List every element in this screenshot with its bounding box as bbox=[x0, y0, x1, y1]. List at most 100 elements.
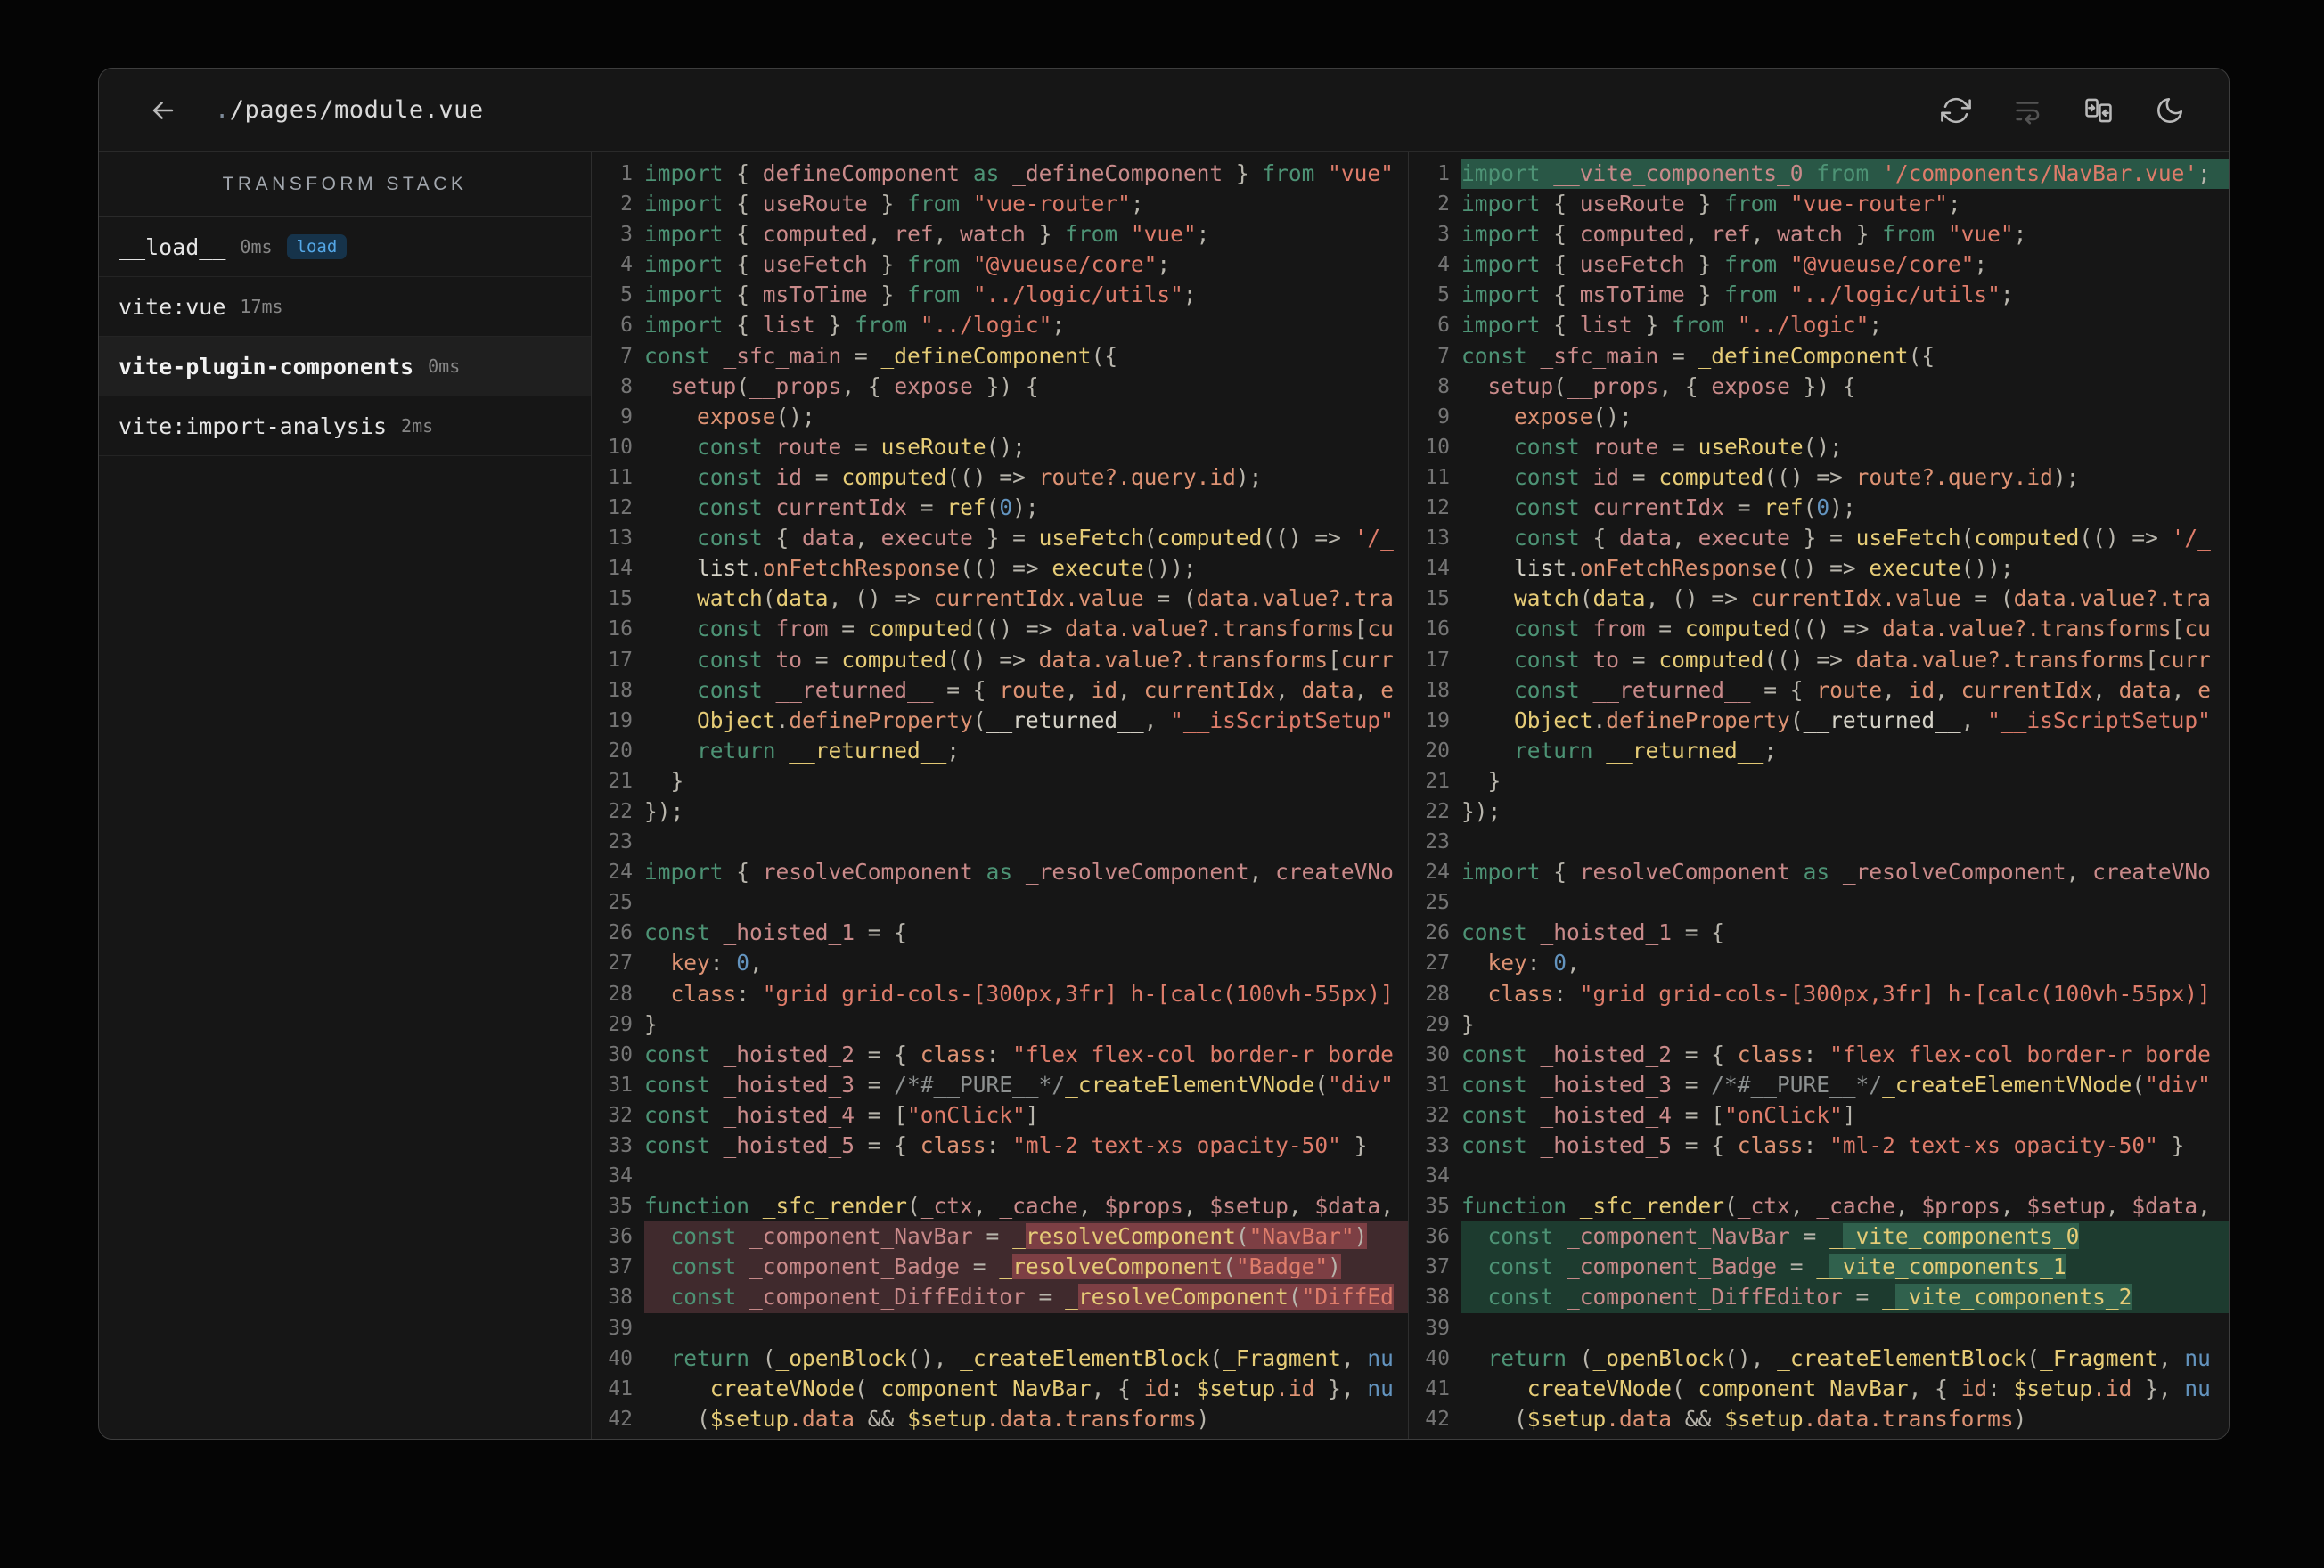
code-line[interactable]: 29} bbox=[592, 1009, 1408, 1040]
code-line[interactable]: 42 ($setup.data && $setup.data.transform… bbox=[1409, 1404, 2229, 1434]
code-line[interactable]: 3 import { computed, ref, watch } from "v… bbox=[1409, 219, 2229, 249]
code-pane-after[interactable]: 1 import __vite_components_0 from '/compo… bbox=[1409, 152, 2229, 1439]
code-line[interactable]: 26 const _hoisted_1 = { bbox=[592, 918, 1408, 948]
code-line[interactable]: 36 const _component_NavBar = __vite_comp… bbox=[1409, 1221, 2229, 1253]
code-line[interactable]: 22}); bbox=[1409, 796, 2229, 827]
code-line[interactable]: 12 const currentIdx = ref(0); bbox=[1409, 493, 2229, 523]
code-line[interactable]: 17 const to = computed(() => data.value?… bbox=[1409, 645, 2229, 675]
code-line[interactable]: 9 expose(); bbox=[1409, 402, 2229, 432]
code-line[interactable]: 14 list.onFetchResponse(() => execute())… bbox=[1409, 553, 2229, 584]
code-line[interactable]: 8 setup(__props, { expose }) { bbox=[592, 372, 1408, 402]
code-line[interactable]: 33 const _hoisted_5 = { class: "ml-2 text… bbox=[1409, 1131, 2229, 1161]
code-line[interactable]: 41 _createVNode(_component_NavBar, { id:… bbox=[1409, 1374, 2229, 1404]
code-line[interactable]: 23 bbox=[592, 827, 1408, 857]
code-line[interactable]: 40 return (_openBlock(), _createElementB… bbox=[592, 1343, 1408, 1374]
line-number: 1 bbox=[1437, 162, 1450, 185]
dark-mode-icon[interactable] bbox=[2152, 93, 2188, 128]
code-line[interactable]: 19 Object.defineProperty(__returned__, "… bbox=[592, 706, 1408, 736]
code-line[interactable]: 18 const __returned__ = { route, id, cur… bbox=[592, 675, 1408, 706]
code-line[interactable]: 27 key: 0, bbox=[592, 948, 1408, 978]
line-number: 25 bbox=[608, 891, 633, 915]
code-line[interactable]: 14 list.onFetchResponse(() => execute())… bbox=[592, 553, 1408, 584]
code-line[interactable]: 4 import { useFetch } from "@vueuse/core"… bbox=[1409, 249, 2229, 280]
code-line[interactable]: 5 import { msToTime } from "../logic/util… bbox=[592, 280, 1408, 310]
code-line[interactable]: 10 const route = useRoute(); bbox=[1409, 432, 2229, 462]
code-line[interactable]: 7 const _sfc_main = _defineComponent({ bbox=[1409, 341, 2229, 372]
plugin-item-vite-vue[interactable]: vite:vue 17ms bbox=[99, 277, 591, 337]
code-line[interactable]: 22}); bbox=[592, 796, 1408, 827]
code-line[interactable]: 4 import { useFetch } from "@vueuse/core"… bbox=[592, 249, 1408, 280]
code-line[interactable]: 24 import { resolveComponent as _resolveC… bbox=[1409, 857, 2229, 887]
code-line[interactable]: 31 const _hoisted_3 = /*#__PURE__*/_creat… bbox=[592, 1070, 1408, 1100]
code-line[interactable]: 8 setup(__props, { expose }) { bbox=[1409, 372, 2229, 402]
code-line[interactable]: 37 const _component_Badge = __vite_compo… bbox=[1409, 1252, 2229, 1283]
code-line[interactable]: 18 const __returned__ = { route, id, cur… bbox=[1409, 675, 2229, 706]
inline-diff-icon[interactable] bbox=[2009, 93, 2045, 128]
code-line[interactable]: 25 bbox=[1409, 887, 2229, 918]
code-line[interactable]: 10 const route = useRoute(); bbox=[592, 432, 1408, 462]
code-line[interactable]: 17 const to = computed(() => data.value?… bbox=[592, 645, 1408, 675]
main-body: TRANSFORM STACK __load__ 0ms load vite:vue 1… bbox=[99, 152, 2229, 1439]
code-line[interactable]: 34 bbox=[592, 1161, 1408, 1191]
code-line[interactable]: 31 const _hoisted_3 = /*#__PURE__*/_creat… bbox=[1409, 1070, 2229, 1100]
code-line[interactable]: 39 bbox=[592, 1313, 1408, 1343]
code-line[interactable]: 30 const _hoisted_2 = { class: "flex flex… bbox=[592, 1040, 1408, 1070]
back-button[interactable] bbox=[145, 93, 181, 128]
code-line[interactable]: 30 const _hoisted_2 = { class: "flex flex… bbox=[1409, 1040, 2229, 1070]
code-line[interactable]: 42 ($setup.data && $setup.data.transform… bbox=[592, 1404, 1408, 1434]
code-line[interactable]: 35 function _sfc_render(_ctx, _cache, $pr… bbox=[1409, 1191, 2229, 1221]
code-line[interactable]: 28 class: "grid grid-cols-[300px,3fr] h-… bbox=[1409, 979, 2229, 1009]
line-number: 33 bbox=[608, 1134, 633, 1157]
code-line[interactable]: 35 function _sfc_render(_ctx, _cache, $pr… bbox=[592, 1191, 1408, 1221]
code-line[interactable]: 21 } bbox=[592, 766, 1408, 796]
code-line[interactable]: 34 bbox=[1409, 1161, 2229, 1191]
code-line[interactable]: 25 bbox=[592, 887, 1408, 918]
code-line[interactable]: 11 const id = computed(() => route?.quer… bbox=[592, 462, 1408, 493]
code-text: ($setup.data && $setup.data.transforms) bbox=[1461, 1405, 2027, 1432]
code-line[interactable]: 23 bbox=[1409, 827, 2229, 857]
code-line[interactable]: 15 watch(data, () => currentIdx.value = … bbox=[1409, 584, 2229, 614]
code-line[interactable]: 6 import { list } from "../logic"; bbox=[592, 310, 1408, 340]
code-line[interactable]: 5 import { msToTime } from "../logic/util… bbox=[1409, 280, 2229, 310]
code-line[interactable]: 1 import { defineComponent as _defineComp… bbox=[592, 159, 1408, 189]
code-line[interactable]: 20 return __returned__; bbox=[592, 736, 1408, 766]
code-line[interactable]: 36 const _component_NavBar = _resolveCom… bbox=[592, 1221, 1408, 1253]
split-view-icon[interactable] bbox=[2081, 93, 2116, 128]
code-line[interactable]: 2 import { useRoute } from "vue-router"; bbox=[1409, 189, 2229, 219]
code-line[interactable]: 12 const currentIdx = ref(0); bbox=[592, 493, 1408, 523]
code-line[interactable]: 32 const _hoisted_4 = ["onClick"] bbox=[592, 1100, 1408, 1131]
code-line[interactable]: 27 key: 0, bbox=[1409, 948, 2229, 978]
plugin-item-vite-plugin-components[interactable]: vite-plugin-components 0ms bbox=[99, 337, 591, 396]
code-line[interactable]: 40 return (_openBlock(), _createElementB… bbox=[1409, 1343, 2229, 1374]
refresh-icon[interactable] bbox=[1938, 93, 1974, 128]
code-line[interactable]: 11 const id = computed(() => route?.quer… bbox=[1409, 462, 2229, 493]
code-line[interactable]: 20 return __returned__; bbox=[1409, 736, 2229, 766]
code-line[interactable]: 37 const _component_Badge = _resolveComp… bbox=[592, 1252, 1408, 1283]
code-line[interactable]: 13 const { data, execute } = useFetch(co… bbox=[1409, 523, 2229, 553]
code-line[interactable]: 26 const _hoisted_1 = { bbox=[1409, 918, 2229, 948]
code-line[interactable]: 33 const _hoisted_5 = { class: "ml-2 text… bbox=[592, 1131, 1408, 1161]
code-line[interactable]: 24 import { resolveComponent as _resolveC… bbox=[592, 857, 1408, 887]
code-line[interactable]: 32 const _hoisted_4 = ["onClick"] bbox=[1409, 1100, 2229, 1131]
code-line[interactable]: 6 import { list } from "../logic"; bbox=[1409, 310, 2229, 340]
code-line[interactable]: 3 import { computed, ref, watch } from "v… bbox=[592, 219, 1408, 249]
code-line[interactable]: 19 Object.defineProperty(__returned__, "… bbox=[1409, 706, 2229, 736]
code-line[interactable]: 9 expose(); bbox=[592, 402, 1408, 432]
code-line[interactable]: 38 const _component_DiffEditor = __vite_… bbox=[1409, 1282, 2229, 1313]
plugin-item-vite-import-analysis[interactable]: vite:import-analysis 2ms bbox=[99, 396, 591, 456]
code-line[interactable]: 39 bbox=[1409, 1313, 2229, 1343]
code-pane-before[interactable]: 1 import { defineComponent as _defineComp… bbox=[592, 152, 1409, 1439]
code-line[interactable]: 38 const _component_DiffEditor = _resolv… bbox=[592, 1282, 1408, 1313]
code-line[interactable]: 13 const { data, execute } = useFetch(co… bbox=[592, 523, 1408, 553]
code-line[interactable]: 1 import __vite_components_0 from '/compo… bbox=[1409, 159, 2229, 190]
code-line[interactable]: 28 class: "grid grid-cols-[300px,3fr] h-… bbox=[592, 979, 1408, 1009]
code-line[interactable]: 21 } bbox=[1409, 766, 2229, 796]
code-line[interactable]: 7 const _sfc_main = _defineComponent({ bbox=[592, 341, 1408, 372]
code-line[interactable]: 16 const from = computed(() => data.valu… bbox=[1409, 614, 2229, 644]
code-line[interactable]: 15 watch(data, () => currentIdx.value = … bbox=[592, 584, 1408, 614]
code-line[interactable]: 16 const from = computed(() => data.valu… bbox=[592, 614, 1408, 644]
code-line[interactable]: 2 import { useRoute } from "vue-router"; bbox=[592, 189, 1408, 219]
code-line[interactable]: 41 _createVNode(_component_NavBar, { id:… bbox=[592, 1374, 1408, 1404]
plugin-item--load-[interactable]: __load__ 0ms load bbox=[99, 217, 591, 277]
code-line[interactable]: 29} bbox=[1409, 1009, 2229, 1040]
